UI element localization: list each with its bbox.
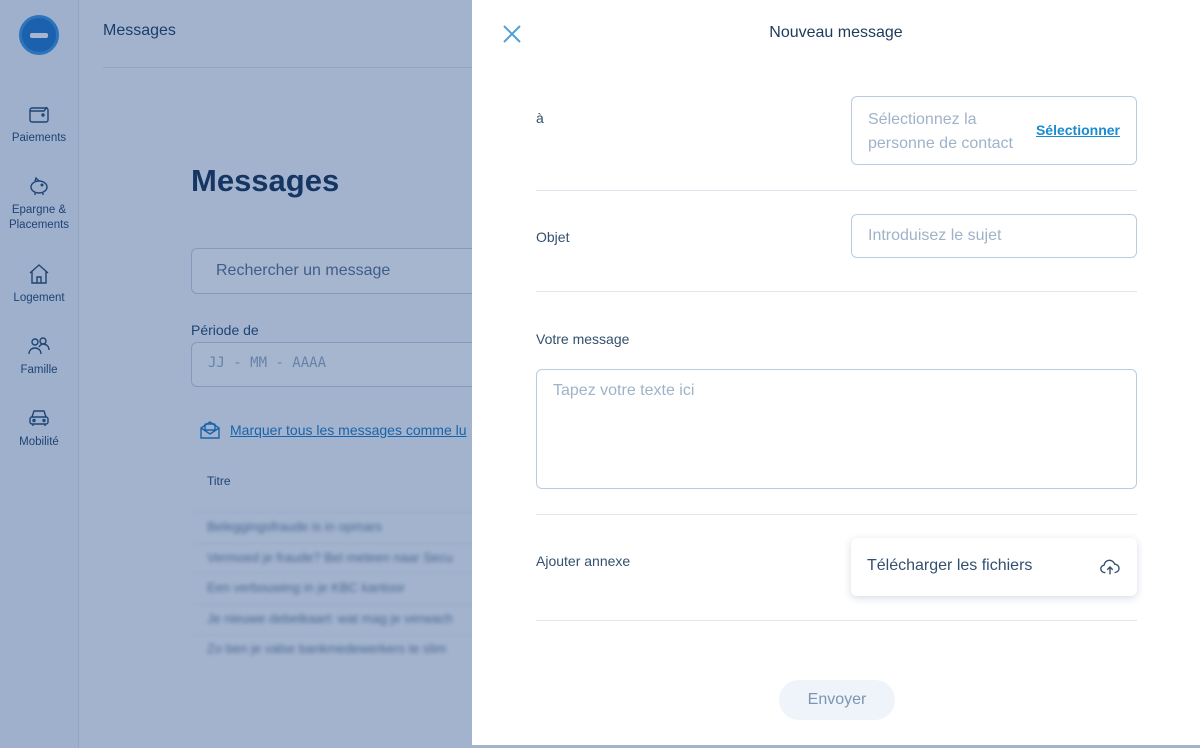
divider bbox=[536, 514, 1137, 515]
select-contact-link[interactable]: Sélectionner bbox=[1036, 122, 1120, 138]
message-textarea[interactable] bbox=[536, 369, 1137, 489]
upload-files-label: Télécharger les fichiers bbox=[867, 557, 1033, 574]
drawer-title: Nouveau message bbox=[769, 24, 903, 41]
divider bbox=[536, 291, 1137, 292]
message-label: Votre message bbox=[536, 331, 630, 347]
recipient-field[interactable]: Sélectionnez la personne de contact Séle… bbox=[851, 96, 1137, 165]
recipient-label: à bbox=[536, 110, 544, 126]
send-button[interactable]: Envoyer bbox=[779, 680, 895, 720]
attachment-label: Ajouter annexe bbox=[536, 553, 631, 569]
recipient-placeholder: Sélectionnez la personne de contact bbox=[868, 111, 1013, 152]
divider bbox=[536, 620, 1137, 621]
divider bbox=[536, 190, 1137, 191]
subject-label: Objet bbox=[536, 229, 570, 245]
upload-files-button[interactable]: Télécharger les fichiers bbox=[851, 538, 1137, 596]
cloud-upload-icon bbox=[1099, 556, 1121, 578]
new-message-drawer: Nouveau message à Sélectionnez la person… bbox=[472, 0, 1200, 745]
subject-input[interactable] bbox=[851, 214, 1137, 258]
